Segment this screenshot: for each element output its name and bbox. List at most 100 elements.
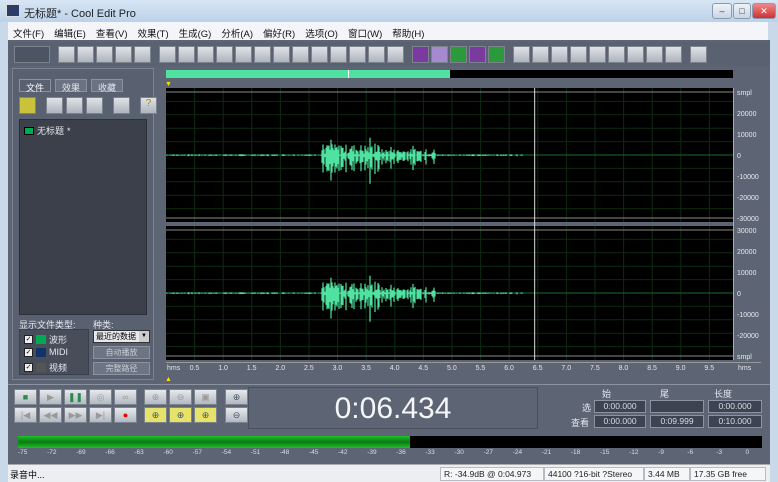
selection-length-field[interactable]: 0:00.000: [708, 400, 762, 413]
close-file-icon[interactable]: [134, 45, 151, 63]
mixer-icon[interactable]: [608, 45, 625, 63]
zoom-right-icon[interactable]: ⊕: [169, 407, 192, 423]
view-begin-field[interactable]: 0:00.000: [594, 415, 646, 428]
minimize-button[interactable]: –: [712, 3, 732, 19]
tab-files[interactable]: 文件: [19, 79, 52, 93]
view-spectral-icon[interactable]: [488, 45, 505, 63]
meter-tick: -36: [396, 449, 406, 456]
zoom-in-icon[interactable]: ⊕: [144, 389, 167, 405]
close-file-icon[interactable]: [46, 97, 63, 114]
multitrack-toggle-icon[interactable]: [14, 45, 50, 63]
stereo-icon[interactable]: [450, 45, 467, 63]
maximize-button[interactable]: □: [733, 3, 751, 19]
loop-button[interactable]: ∞: [114, 389, 137, 405]
end-marker-icon[interactable]: ▲: [165, 376, 172, 383]
info-icon[interactable]: [387, 45, 404, 63]
zoom-selection-icon[interactable]: ⊕: [194, 407, 217, 423]
tab-favorites[interactable]: 收藏: [91, 79, 124, 93]
pause-button[interactable]: ❚❚: [64, 389, 87, 405]
open-folder-icon[interactable]: [19, 97, 36, 114]
checkbox[interactable]: ✓: [24, 363, 33, 372]
favorites-icon[interactable]: [665, 45, 682, 63]
checkbox[interactable]: ✓: [24, 335, 33, 344]
auto-play-button[interactable]: 自动播放: [93, 346, 150, 359]
mono-right-icon[interactable]: [431, 45, 448, 63]
cd-icon[interactable]: [589, 45, 606, 63]
tab-effects[interactable]: 效果: [55, 79, 88, 93]
play-button[interactable]: ▶: [39, 389, 62, 405]
start-marker-icon[interactable]: ▼: [165, 81, 172, 88]
view-waveform-icon[interactable]: [469, 45, 486, 63]
list-item[interactable]: 无标题 *: [24, 124, 71, 137]
play-to-end-button[interactable]: ◎: [89, 389, 112, 405]
paste-icon[interactable]: [235, 45, 252, 63]
record-button[interactable]: ●: [114, 407, 137, 423]
stop-button[interactable]: ■: [14, 389, 37, 405]
fast-forward-button[interactable]: ▶▶: [64, 407, 87, 423]
scripts-icon[interactable]: [646, 45, 663, 63]
redo-icon[interactable]: [178, 45, 195, 63]
cue-icon[interactable]: [570, 45, 587, 63]
save-as-icon[interactable]: [115, 45, 132, 63]
ruler-tick: 6.0: [504, 365, 514, 372]
app-icon: [6, 4, 20, 17]
help-icon[interactable]: ?: [140, 97, 157, 114]
selection-end-field[interactable]: [650, 400, 704, 413]
amplitude-tick: smpl: [737, 90, 752, 97]
meter-tick: -42: [338, 449, 348, 456]
view-markers-icon[interactable]: [513, 45, 530, 63]
meter-bar: [18, 436, 762, 448]
rewind-button[interactable]: ◀◀: [39, 407, 62, 423]
mix-paste-icon[interactable]: [273, 45, 290, 63]
repeat-icon[interactable]: [197, 45, 214, 63]
zoom-out-vertical-icon[interactable]: ⊖: [225, 407, 248, 423]
zoom-in-vertical-icon[interactable]: ⊕: [225, 389, 248, 405]
waveform-display[interactable]: [166, 88, 733, 360]
zoom-select-icon[interactable]: [349, 45, 366, 63]
help-icon[interactable]: [690, 45, 707, 63]
meter-tick: -63: [134, 449, 144, 456]
view-length-field[interactable]: 0:10.000: [708, 415, 762, 428]
meter-scale: -75 -72 -69 -66 -63 -60 -57 -54 -51 -48 -45 -42 -39-…: [12, 449, 766, 459]
checkbox[interactable]: ✓: [24, 347, 33, 357]
spectral-icon[interactable]: [368, 45, 385, 63]
undo-icon[interactable]: [159, 45, 176, 63]
delete-icon[interactable]: [311, 45, 328, 63]
amplitude-tick: 30000: [737, 228, 757, 235]
meter-tick: -3: [716, 449, 723, 456]
open-icon[interactable]: [77, 45, 94, 63]
go-to-start-button[interactable]: |◀: [14, 407, 37, 423]
sort-select[interactable]: 最近的数据 ▼: [93, 330, 150, 343]
edit-file-icon[interactable]: [113, 97, 130, 114]
view-end-field[interactable]: 0:09.999: [650, 415, 704, 428]
full-path-button[interactable]: 完整路径: [93, 362, 150, 375]
zoom-icon[interactable]: [551, 45, 568, 63]
window-title: 无标题* - Cool Edit Pro: [24, 8, 136, 20]
go-to-end-button[interactable]: ▶|: [89, 407, 112, 423]
zoom-out-icon[interactable]: ⊖: [169, 389, 192, 405]
meter-tick: -39: [367, 449, 377, 456]
zoom-full-icon[interactable]: ▣: [194, 389, 217, 405]
overview-visible-range[interactable]: [166, 70, 450, 78]
meter-tick: -66: [105, 449, 115, 456]
save-icon[interactable]: [96, 45, 113, 63]
blank-icon[interactable]: [627, 45, 644, 63]
overview-bar[interactable]: [166, 70, 733, 78]
ruler-unit: hms: [167, 365, 181, 372]
cut-icon[interactable]: [254, 45, 271, 63]
mono-left-icon[interactable]: [412, 45, 429, 63]
trim-icon[interactable]: [292, 45, 309, 63]
close-button[interactable]: ✕: [752, 3, 776, 19]
play-icon[interactable]: [532, 45, 549, 63]
status-size: 3.44 MB: [644, 467, 690, 481]
insert-multitrack-icon[interactable]: [86, 97, 103, 114]
snap-icon[interactable]: [330, 45, 347, 63]
copy-icon[interactable]: [216, 45, 233, 63]
zoom-left-icon[interactable]: ⊕: [144, 407, 167, 423]
new-icon[interactable]: [58, 45, 75, 63]
insert-icon[interactable]: [66, 97, 83, 114]
sort-value: 最近的数据: [96, 332, 136, 341]
meter-tick: -30: [454, 449, 464, 456]
amplitude-tick: smpl: [737, 354, 752, 361]
selection-begin-field[interactable]: 0:00.000: [594, 400, 646, 413]
